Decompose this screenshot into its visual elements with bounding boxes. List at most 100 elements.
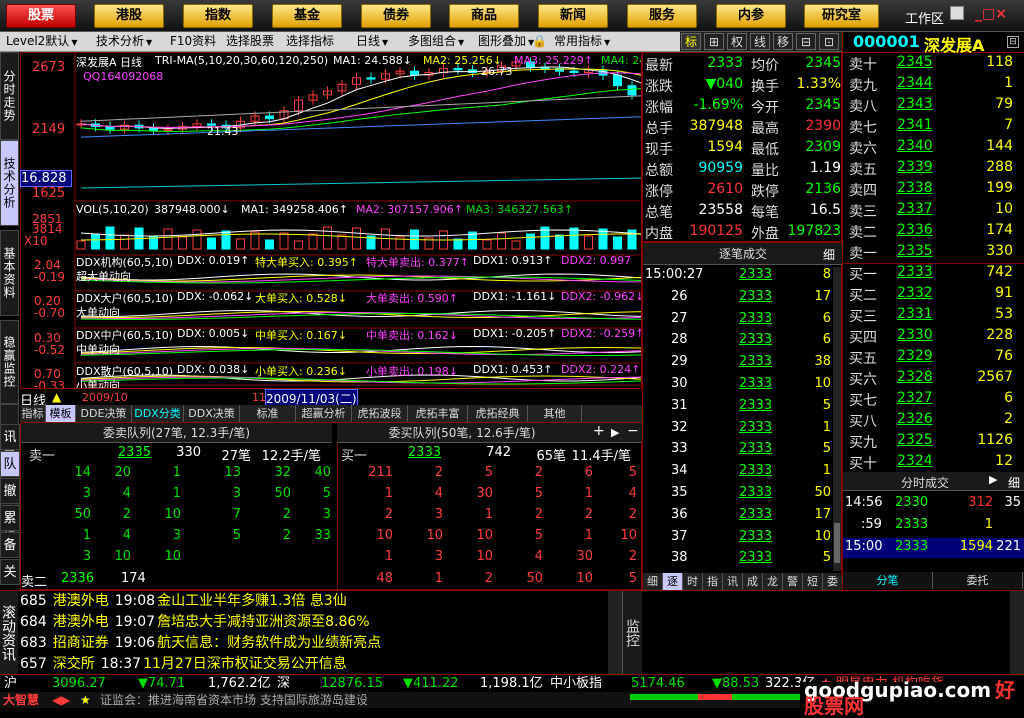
news-source: 港澳外电 <box>52 593 109 609</box>
news-row[interactable]: 685 港澳外电 19:08 金山工业半年多赚1.3倍 息3仙 <box>20 591 347 612</box>
queue-side-tab-1[interactable]: 队 <box>0 451 20 477</box>
collapse-icon[interactable]: ⊟ <box>1007 36 1019 48</box>
indicator-tab-9[interactable]: 虎拓经典 <box>468 405 528 422</box>
book-sell-label: 卖三 <box>849 204 877 220</box>
plus-icon[interactable]: + <box>593 423 605 439</box>
news-row[interactable]: 657 深交所 18:37 11月27日深市权证交易公开信息 <box>20 654 347 675</box>
tick-tab-0[interactable]: 细 <box>643 573 663 590</box>
triangle-right-icon[interactable]: ▶ <box>989 473 997 486</box>
tick-tab-3[interactable]: 指 <box>703 573 723 590</box>
side-tab-3[interactable]: 稳赢监控 <box>0 320 19 404</box>
indicator-tab-3[interactable]: DDX分类 <box>132 405 184 422</box>
news-row[interactable]: 684 港澳外电 19:07 詹培忠大手减持亚洲资源至8.86% <box>20 612 370 633</box>
toolbar-item-6[interactable]: 多图组合 <box>406 33 466 50</box>
sell-queue-cell: 40 <box>314 465 331 480</box>
tick-detail-button[interactable]: 细 <box>823 246 835 263</box>
tick-tab-7[interactable]: 警 <box>783 573 803 590</box>
menu-5[interactable]: 商品 <box>449 4 519 28</box>
queue-side-tab-5[interactable]: 关 <box>0 559 20 585</box>
indicator-tab-2[interactable]: DDE决策 <box>76 405 132 422</box>
lock-icon[interactable]: 🔒 <box>530 33 549 50</box>
window-controls-icon[interactable]: _□× <box>975 6 1007 22</box>
quote-tool-icon-4[interactable]: 移 <box>773 33 793 50</box>
menu-9[interactable]: 研究室 <box>804 4 879 28</box>
toolbar-item-0[interactable]: Level2默认 <box>4 33 79 50</box>
toolbar-item-4[interactable]: 选择指标 <box>284 33 336 50</box>
news-scrollbar[interactable] <box>608 591 622 675</box>
news-side-tab[interactable]: 滚动资讯 <box>0 591 18 675</box>
quote-label: 换手 <box>751 79 779 95</box>
tick-tab-1[interactable]: 逐 <box>663 573 683 590</box>
toolbar-item-1[interactable]: 技术分析 <box>94 33 154 50</box>
minute-price: 2333 <box>895 517 929 532</box>
queue-side-tab-0[interactable]: 讯 <box>0 424 20 450</box>
quote-value: 1.19 <box>809 160 841 176</box>
menu-3[interactable]: 基金 <box>272 4 342 28</box>
toolbar-item-7[interactable]: 图形叠加 <box>476 33 536 50</box>
quote-tool-icon-6[interactable]: ⊡ <box>819 33 839 50</box>
minus-icon[interactable]: − <box>627 423 639 439</box>
tick-time: 36 <box>671 506 688 522</box>
triangle-right-icon[interactable]: ▶ <box>611 423 619 443</box>
minute-tab-0[interactable]: 分笔 <box>843 572 933 589</box>
ma60-line <box>80 95 641 122</box>
indicator-tab-8[interactable]: 虎拓丰富 <box>408 405 468 422</box>
indicator-tab-4[interactable]: DDX决策 <box>184 405 240 422</box>
toolbar-item-2[interactable]: F10资料 <box>168 33 218 50</box>
workspace-label[interactable]: 工作区 <box>905 8 944 27</box>
menu-4[interactable]: 债券 <box>361 4 431 28</box>
kline-chart-panel[interactable]: 深发展A 日线 TRI-MA(5,10,20,30,60,120,250) MA… <box>20 52 642 404</box>
quote-tool-icon-3[interactable]: 线 <box>750 33 770 50</box>
tick-tab-4[interactable]: 讯 <box>723 573 743 590</box>
sell-queue-cell: 32 <box>274 465 291 480</box>
brand-logo[interactable]: 大智慧 <box>3 692 39 708</box>
menu-1[interactable]: 港股 <box>94 4 164 28</box>
side-tab-0[interactable]: 分时走势 <box>0 52 19 140</box>
menu-8[interactable]: 内参 <box>716 4 786 28</box>
scroll-thumb[interactable] <box>834 523 840 563</box>
menu-icon[interactable] <box>950 6 964 20</box>
side-tab-2[interactable]: 基本资料 <box>0 230 19 316</box>
tick-tab-5[interactable]: 成 <box>743 573 763 590</box>
toolbar-item-3[interactable]: 选择股票 <box>224 33 276 50</box>
ytick: 2673 <box>32 60 66 75</box>
toolbar-item-8[interactable]: 常用指标 <box>552 33 612 50</box>
indicator-tab-1[interactable]: 模板 <box>46 405 76 422</box>
tick-tab-2[interactable]: 时 <box>683 573 703 590</box>
tick-tab-8[interactable]: 短 <box>803 573 823 590</box>
minute-time: :59 <box>861 517 882 532</box>
monitor-tab[interactable]: 监控 <box>622 591 642 675</box>
queue-side-tab-4[interactable]: 备 <box>0 532 20 558</box>
queue-side-tab-2[interactable]: 撤 <box>0 478 20 504</box>
indicator-tab-5[interactable]: 标准 <box>240 405 296 422</box>
buy-queue-cell: 1 <box>584 528 593 543</box>
volume-bar <box>511 240 521 250</box>
volume-bar <box>120 234 129 250</box>
ddx2-value: DDX2: -0.962↓ <box>561 290 642 303</box>
quote-tool-icon-1[interactable]: ⊞ <box>704 33 724 50</box>
triangle-up-icon[interactable]: ▲ <box>52 390 61 404</box>
quote-tool-icon-5[interactable]: ⊟ <box>796 33 816 50</box>
indicator-tab-7[interactable]: 虎拓波段 <box>352 405 408 422</box>
monitor-scrollbar[interactable] <box>1010 591 1024 675</box>
tick-tab-9[interactable]: 委 <box>823 573 843 590</box>
indicator-tab-10[interactable]: 其他 <box>528 405 582 422</box>
queue-side-tab-3[interactable]: 累 <box>0 505 20 531</box>
news-row[interactable]: 683 招商证券 19:06 航天信息：财务软件成为业绩新亮点 <box>20 633 381 654</box>
minute-tab-1[interactable]: 委托 <box>933 572 1023 589</box>
buy-queue-cell: 5 <box>534 528 543 543</box>
tick-tab-6[interactable]: 龙 <box>763 573 783 590</box>
indicator-tab-6[interactable]: 超赢分析 <box>296 405 352 422</box>
indicator-tab-0[interactable]: 指标 <box>20 405 46 422</box>
quote-tool-icon-2[interactable]: 权 <box>727 33 747 50</box>
quote-tool-icon-0[interactable]: 标 <box>681 33 701 50</box>
menu-7[interactable]: 服务 <box>627 4 697 28</box>
menu-6[interactable]: 新闻 <box>538 4 608 28</box>
side-tab-1[interactable]: 技术分析 <box>0 140 19 226</box>
book-buy-label: 买五 <box>849 351 877 367</box>
menu-0[interactable]: 股票 <box>6 4 76 28</box>
toolbar-item-5[interactable]: 日线 <box>354 33 390 50</box>
detail-button[interactable]: 细 <box>1008 474 1020 491</box>
arrows-icon[interactable]: ◀▶ <box>52 692 70 708</box>
menu-2[interactable]: 指数 <box>183 4 253 28</box>
